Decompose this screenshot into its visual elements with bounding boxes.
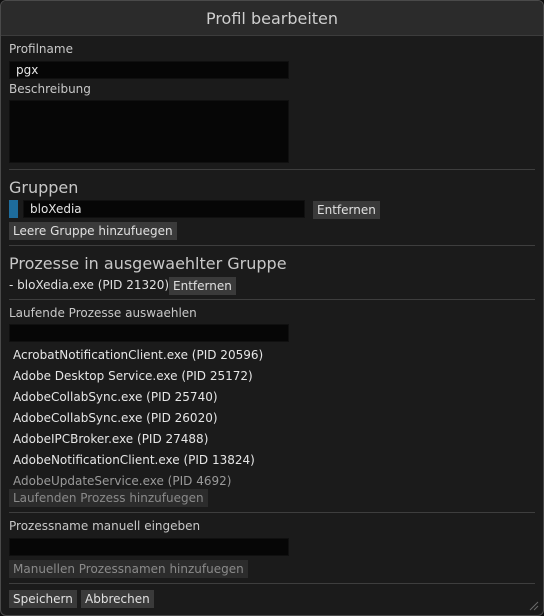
add-empty-group-button[interactable]: Leere Gruppe hinzufuegen: [9, 222, 177, 240]
remove-process-button[interactable]: Entfernen: [169, 277, 236, 295]
list-item[interactable]: AdobeIPCBroker.exe (PID 27488): [13, 429, 413, 450]
group-color-swatch[interactable]: [9, 200, 18, 218]
description-label: Beschreibung: [9, 82, 91, 96]
manual-process-label: Prozessname manuell eingeben: [9, 519, 201, 533]
list-item[interactable]: AdobeCollabSync.exe (PID 26020): [13, 408, 413, 429]
divider: [9, 245, 535, 246]
manual-process-input[interactable]: [9, 538, 289, 556]
divider: [9, 169, 535, 170]
save-button[interactable]: Speichern: [9, 590, 77, 608]
divider: [9, 512, 535, 513]
remove-group-button[interactable]: Entfernen: [313, 201, 380, 219]
profile-name-input[interactable]: [9, 61, 289, 79]
running-process-list[interactable]: AcrobatNotificationClient.exe (PID 20596…: [13, 345, 413, 487]
divider: [9, 583, 535, 584]
add-running-process-button[interactable]: Laufenden Prozess hinzufuegen: [9, 489, 208, 507]
group-name-input[interactable]: [23, 200, 305, 218]
list-item[interactable]: AdobeUpdateService.exe (PID 4692): [13, 471, 413, 487]
running-processes-label: Laufende Prozesse auswaehlen: [9, 306, 197, 320]
divider: [9, 299, 535, 300]
list-item[interactable]: AdobeNotificationClient.exe (PID 13824): [13, 450, 413, 471]
dialog-title: Profil bearbeiten: [205, 8, 339, 28]
edit-profile-dialog: Profil bearbeiten Profilname Beschreibun…: [0, 0, 544, 616]
running-filter-input[interactable]: [9, 324, 289, 342]
resize-grip-icon[interactable]: [529, 601, 539, 611]
group-process-item: - bloXedia.exe (PID 21320): [9, 278, 170, 292]
dialog-titlebar[interactable]: Profil bearbeiten: [1, 1, 543, 36]
profile-name-label: Profilname: [9, 42, 73, 56]
groups-heading: Gruppen: [9, 178, 79, 197]
list-item[interactable]: Adobe Desktop Service.exe (PID 25172): [13, 366, 413, 387]
list-item[interactable]: AdobeCollabSync.exe (PID 25740): [13, 387, 413, 408]
add-manual-process-button[interactable]: Manuellen Prozessnamen hinzufuegen: [9, 560, 248, 578]
cancel-button[interactable]: Abbrechen: [81, 590, 154, 608]
description-textarea[interactable]: [9, 100, 289, 163]
group-processes-heading: Prozesse in ausgewaehlter Gruppe: [9, 254, 287, 273]
list-item[interactable]: AcrobatNotificationClient.exe (PID 20596…: [13, 345, 413, 366]
